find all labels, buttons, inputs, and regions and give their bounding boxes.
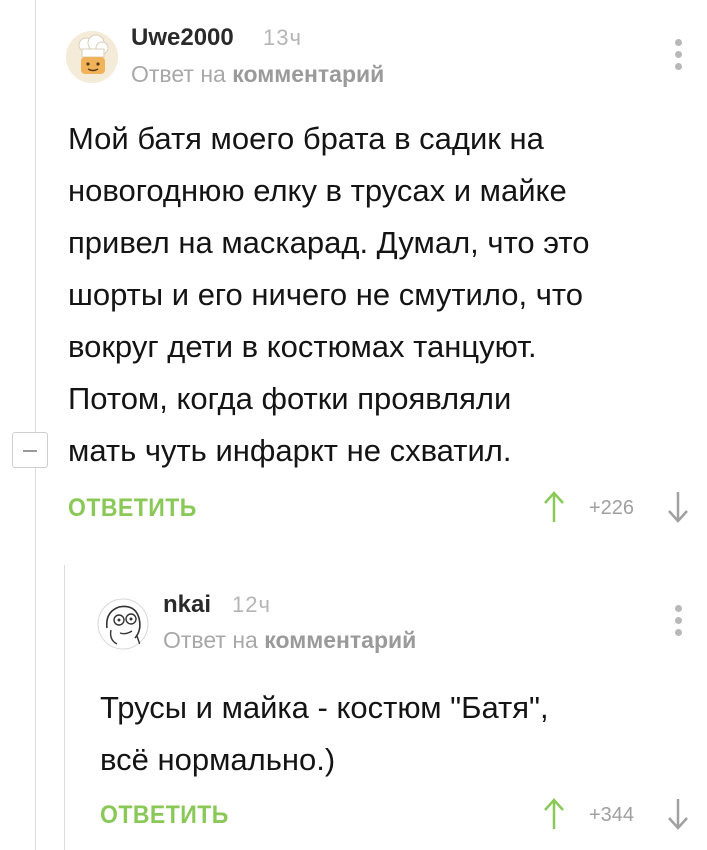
comment-line: Мой батя моего брата в садик на — [68, 121, 544, 156]
chef-avatar[interactable] — [66, 31, 118, 83]
more-vertical-icon[interactable] — [674, 39, 684, 73]
timestamp: 12ч — [232, 592, 271, 617]
comment-line: новогоднюю елку в трусах и майке — [68, 173, 567, 208]
reply-button[interactable]: ОТВЕТИТЬ — [100, 801, 229, 830]
timestamp: 13ч — [263, 25, 302, 50]
author-name[interactable]: Uwe2000 — [131, 24, 234, 52]
arrow-down-icon[interactable] — [666, 490, 690, 524]
comment-line: привел на маскарад. Думал, что это — [68, 225, 590, 260]
comment-text: Мой батя моего брата в садик на новогодн… — [68, 113, 589, 477]
comment-line: вокруг дети в костюмах танцуют. — [68, 329, 537, 364]
vote-score: +344 — [589, 804, 635, 826]
meme-face-avatar[interactable] — [97, 598, 149, 650]
comment-line: всё нормально.) — [100, 742, 336, 777]
comment-text: Трусы и майка - костюм "Батя", всё норма… — [100, 682, 549, 786]
author-name[interactable]: nkai — [163, 591, 211, 619]
reply-target-link[interactable]: комментарий — [264, 627, 416, 653]
vote-score: +226 — [589, 497, 635, 519]
thread-line — [35, 0, 36, 850]
reply-to-meta: Ответ на комментарий — [131, 61, 384, 88]
arrow-down-icon[interactable] — [666, 797, 690, 831]
reply-prefix: Ответ на — [131, 61, 226, 87]
arrow-up-icon[interactable] — [542, 490, 566, 524]
reply-prefix: Ответ на — [163, 627, 258, 653]
nested-thread-line — [64, 565, 65, 850]
comment-line: мать чуть инфаркт не схватил. — [68, 433, 512, 468]
collapse-minus-icon[interactable] — [12, 432, 48, 468]
reply-target-link[interactable]: комментарий — [232, 61, 384, 87]
reply-button[interactable]: ОТВЕТИТЬ — [68, 494, 197, 523]
more-vertical-icon[interactable] — [674, 605, 684, 639]
arrow-up-icon[interactable] — [542, 797, 566, 831]
comment-line: шорты и его ничего не смутило, что — [68, 277, 584, 312]
comment-line: Трусы и майка - костюм "Батя", — [100, 690, 549, 725]
reply-to-meta: Ответ на комментарий — [163, 627, 416, 654]
comment-line: Потом, когда фотки проявляли — [68, 381, 512, 416]
